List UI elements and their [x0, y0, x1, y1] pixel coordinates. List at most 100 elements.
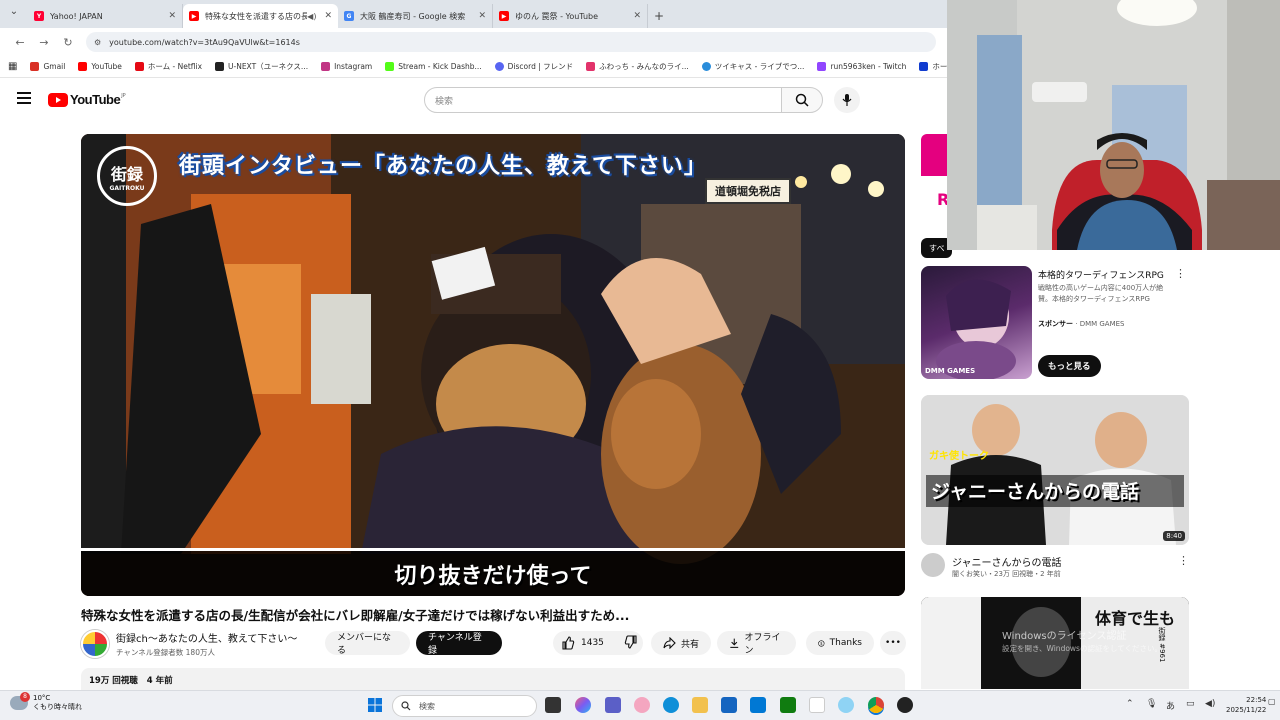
close-tab-icon[interactable]: ✕ — [168, 11, 176, 21]
offline-button[interactable]: オフライン — [717, 631, 796, 656]
bookmark-discord[interactable]: Discord | フレンド — [494, 61, 573, 72]
bookmark-instagram[interactable]: Instagram — [321, 62, 372, 71]
bookmark-youtube[interactable]: YouTube — [78, 62, 122, 71]
apps-icon[interactable]: ▦ — [8, 61, 17, 72]
bookmark-kick[interactable]: Stream - Kick Dashb... — [385, 62, 482, 71]
tab-search-icon[interactable]: ⌄ — [6, 6, 22, 22]
reload-icon[interactable]: ↻ — [56, 36, 80, 49]
thumb-tag: ガキ使トーク — [929, 451, 989, 462]
subscribe-button[interactable]: チャンネル登録 — [416, 631, 502, 656]
clock-time: 22:54 — [1246, 696, 1267, 704]
kebab-menu-icon[interactable]: ⋮ — [1178, 554, 1189, 567]
chrome-icon[interactable] — [868, 697, 884, 713]
channel-name[interactable]: 闇くお笑い — [952, 570, 987, 578]
weather-widget[interactable]: 8 10°C くもり時々晴れ — [10, 692, 82, 712]
fuwatch-icon — [586, 62, 596, 71]
ad-title[interactable]: 本格的タワーディフェンスRPG — [1038, 268, 1173, 281]
app-icon[interactable] — [838, 697, 854, 713]
obs-icon[interactable] — [897, 697, 913, 713]
weather-condition: くもり時々晴れ — [33, 703, 82, 711]
notifications-icon[interactable]: ▢ — [1268, 697, 1276, 706]
search-input[interactable]: 検索 — [424, 87, 782, 113]
tab-youtube-video[interactable]: ▶ 特殊な女性を派遣する店の長/生 ◀) ✕ — [183, 4, 338, 28]
new-tab-button[interactable]: + — [648, 4, 670, 28]
tab-yahoo[interactable]: Y Yahoo! JAPAN ✕ — [28, 4, 183, 28]
store-icon[interactable] — [721, 697, 737, 713]
windows-start-icon[interactable] — [367, 697, 383, 713]
channel-name[interactable]: 街録ch〜あなたの人生、教えて下さい〜 — [116, 630, 297, 645]
companion-ad-banner[interactable]: R — [921, 134, 947, 234]
close-tab-icon[interactable]: ✕ — [633, 11, 641, 21]
bookmark-unext[interactable]: U-NEXT（ユーネクス... — [215, 61, 308, 72]
chip-label: すべ — [929, 243, 945, 253]
video-player[interactable]: 街録 GAITROKU 街頭インタビュー「あなたの人生、教えて下さい」 道頓堀免税… — [81, 134, 905, 596]
microphone-icon[interactable]: 🎙 — [1146, 699, 1157, 709]
tab-title: 大阪 鶴産寿司 - Google 検索 — [360, 11, 466, 21]
copilot-icon[interactable] — [575, 697, 591, 713]
like-button[interactable]: 1435 — [561, 636, 604, 650]
app-icon[interactable] — [634, 697, 650, 713]
ad-more-button[interactable]: もっと見る — [1038, 355, 1101, 377]
search-placeholder: 検索 — [435, 96, 454, 107]
video-owner: 街録ch〜あなたの人生、教えて下さい〜 チャンネル登録者数 180万人 — [81, 628, 297, 660]
bookmark-disney[interactable]: ホーム | Disney+(デ — [919, 61, 947, 72]
share-button[interactable]: 共有 — [651, 631, 711, 655]
channel-avatar[interactable] — [81, 630, 109, 658]
youtube-logo[interactable]: YouTube JP — [48, 92, 126, 107]
url-field[interactable]: ⚙ youtube.com/watch?v=3tAu9QaVUlw&t=1614… — [86, 32, 936, 52]
close-tab-icon[interactable]: ✕ — [324, 11, 332, 21]
webcam-overlay — [947, 0, 1280, 250]
close-tab-icon[interactable]: ✕ — [478, 11, 486, 21]
voice-search-button[interactable] — [834, 87, 860, 113]
file-explorer-icon[interactable] — [692, 697, 708, 713]
channel-avatar[interactable] — [921, 553, 945, 577]
thanks-button[interactable]: $ Thanks — [806, 631, 874, 655]
thanks-icon: $ — [818, 639, 825, 647]
edge-icon[interactable] — [663, 697, 679, 713]
task-view-icon[interactable] — [545, 697, 561, 713]
outlook-icon[interactable] — [750, 697, 766, 713]
ime-icon[interactable]: あ — [1166, 699, 1175, 712]
back-icon[interactable]: ← — [8, 36, 32, 49]
video-thumbnail[interactable]: ガキ使トーク ジャニーさんからの電話 8:40 — [921, 395, 1189, 545]
join-button[interactable]: メンバーになる — [325, 631, 410, 656]
search-icon — [401, 701, 411, 711]
video-title[interactable]: ジャニーさんからの電話 — [952, 554, 1062, 569]
dislike-button[interactable] — [624, 634, 638, 652]
forward-icon[interactable]: → — [32, 36, 56, 49]
tab-youtube-2[interactable]: ▶ ゆのん 罠祭 - YouTube ✕ — [493, 4, 648, 28]
bookmark-netflix[interactable]: ホーム - Netflix — [134, 61, 202, 72]
url-text: youtube.com/watch?v=3tAu9QaVUlw&t=1614s — [109, 37, 300, 47]
system-clock[interactable]: 22:54 2025/11/22 — [1226, 695, 1266, 715]
bookmark-fuwatch[interactable]: ふわっち - みんなのライ... — [586, 61, 689, 72]
view-meta: 23万 回視聴・2 年前 — [994, 570, 1061, 578]
menu-icon[interactable] — [17, 92, 31, 104]
ad-thumbnail[interactable]: DMM GAMES — [921, 266, 1032, 379]
xbox-icon[interactable] — [780, 697, 796, 713]
search-button[interactable] — [781, 87, 823, 113]
tab-title: ゆのん 罠祭 - YouTube — [515, 11, 599, 21]
tab-google-search[interactable]: G 大阪 鶴産寿司 - Google 検索 ✕ — [338, 4, 493, 28]
bookmark-label: U-NEXT（ユーネクス... — [228, 62, 309, 71]
thumbs-down-icon — [624, 634, 637, 649]
taskbar-search[interactable]: 検索 — [392, 695, 537, 717]
bookmark-twitcasting[interactable]: ツイキャス - ライブでつ... — [701, 61, 804, 72]
kebab-menu-icon[interactable]: ⋮ — [1175, 267, 1186, 280]
more-actions-button[interactable]: ••• — [880, 631, 906, 655]
bookmark-twitch[interactable]: run5963ken - Twitch — [817, 62, 906, 71]
chevron-up-icon[interactable]: ⌃ — [1126, 699, 1134, 709]
region-label: JP — [121, 92, 126, 99]
twitch-icon — [817, 62, 827, 71]
thanks-label: Thanks — [829, 638, 862, 648]
site-info-icon[interactable]: ⚙ — [94, 38, 101, 47]
teams-icon[interactable] — [605, 697, 621, 713]
youtube-icon — [78, 62, 88, 71]
speaker-icon[interactable]: ◀) — [307, 12, 316, 21]
weather-text: 10°C くもり時々晴れ — [33, 694, 82, 712]
webcam-feed — [947, 0, 1280, 250]
volume-icon[interactable]: ◀) — [1205, 699, 1215, 709]
document-icon[interactable] — [809, 697, 825, 713]
network-icon[interactable]: ▭ — [1186, 699, 1195, 709]
bookmark-label: YouTube — [91, 62, 122, 71]
bookmark-gmail[interactable]: Gmail — [30, 62, 65, 71]
